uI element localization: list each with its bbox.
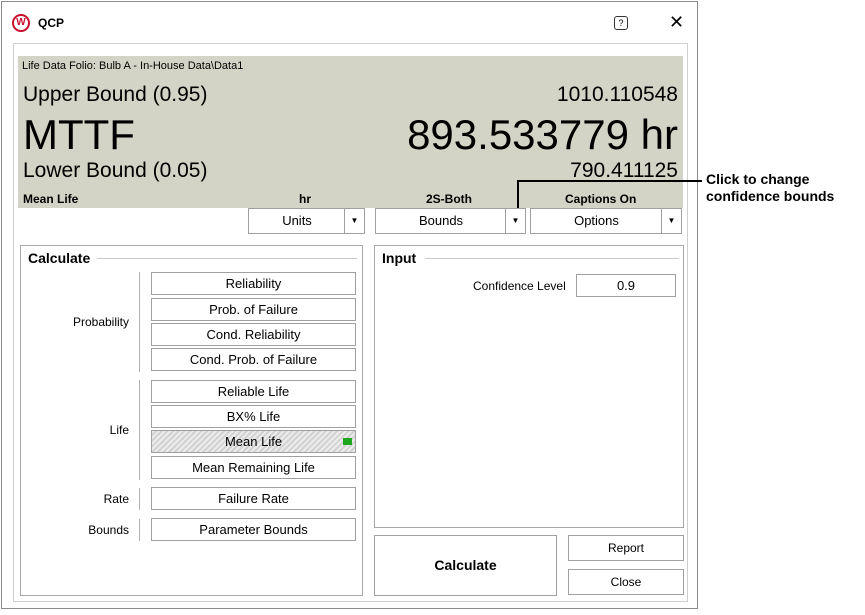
chevron-down-icon[interactable]: ▼: [344, 209, 364, 233]
input-group-title: Input: [382, 250, 420, 266]
caption-bounds: 2S-Both: [426, 192, 472, 206]
confidence-level-input[interactable]: 0.9: [576, 274, 676, 297]
caption-calculation: Mean Life: [23, 192, 79, 206]
chevron-down-icon[interactable]: ▼: [661, 209, 681, 233]
upper-bound-label: Upper Bound (0.95): [23, 83, 208, 106]
mean-remaining-life-button[interactable]: Mean Remaining Life: [151, 456, 356, 479]
result-label: MTTF: [23, 111, 135, 158]
folio-path: Life Data Folio: Bulb A - In-House Data\…: [22, 60, 244, 72]
mean-life-button[interactable]: Mean Life: [151, 430, 356, 453]
options-dropdown-label: Options: [574, 213, 619, 228]
units-dropdown-label: Units: [282, 213, 312, 228]
category-divider: [139, 519, 140, 541]
results-panel: Life Data Folio: Bulb A - In-House Data\…: [18, 56, 683, 208]
callout-annotation: Click to change confidence bounds: [706, 171, 861, 205]
units-dropdown[interactable]: Units ▼: [248, 208, 365, 234]
callout-line-1: Click to change: [706, 171, 810, 187]
cond-prob-of-failure-button[interactable]: Cond. Prob. of Failure: [151, 348, 356, 371]
failure-rate-button[interactable]: Failure Rate: [151, 487, 356, 510]
calculate-button[interactable]: Calculate: [374, 535, 557, 596]
category-divider: [139, 380, 140, 480]
report-button[interactable]: Report: [568, 535, 684, 561]
app-logo-icon: [12, 14, 30, 32]
callout-pointer: [517, 180, 519, 208]
mean-life-button-label: Mean Life: [224, 434, 283, 449]
category-life: Life: [109, 423, 129, 437]
chevron-down-icon[interactable]: ▼: [505, 209, 525, 233]
upper-bound-value: 1010.110548: [556, 83, 678, 106]
caption-units: hr: [299, 192, 311, 206]
category-rate: Rate: [103, 492, 129, 506]
selected-indicator-icon: [343, 438, 352, 445]
category-divider: [139, 272, 140, 372]
caption-options: Captions On: [565, 192, 637, 206]
options-dropdown[interactable]: Options ▼: [530, 208, 682, 234]
bx-life-button[interactable]: BX% Life: [151, 405, 356, 428]
close-icon[interactable]: ✕: [669, 12, 684, 32]
prob-of-failure-button[interactable]: Prob. of Failure: [151, 298, 356, 321]
callout-line-2: confidence bounds: [706, 188, 835, 204]
bounds-dropdown[interactable]: Bounds ▼: [375, 208, 526, 234]
cond-reliability-button[interactable]: Cond. Reliability: [151, 323, 356, 346]
category-bounds: Bounds: [88, 523, 129, 537]
group-divider: [425, 258, 679, 259]
parameter-bounds-button[interactable]: Parameter Bounds: [151, 518, 356, 541]
reliable-life-button[interactable]: Reliable Life: [151, 380, 356, 403]
window-title: QCP: [38, 16, 65, 30]
group-divider: [97, 258, 357, 259]
category-divider: [139, 488, 140, 510]
category-probability: Probability: [72, 315, 129, 329]
result-value: 893.533779 hr: [407, 111, 678, 158]
confidence-level-label: Confidence Level: [473, 279, 566, 293]
callout-line: [517, 180, 702, 182]
title-bar: QCP ? ✕: [2, 2, 697, 42]
close-button[interactable]: Close: [568, 569, 684, 595]
reliability-button[interactable]: Reliability: [151, 272, 356, 295]
bounds-dropdown-label: Bounds: [418, 213, 464, 228]
lower-bound-label: Lower Bound (0.05): [23, 159, 208, 182]
help-icon[interactable]: ?: [614, 16, 628, 30]
calculate-group-title: Calculate: [28, 250, 94, 266]
